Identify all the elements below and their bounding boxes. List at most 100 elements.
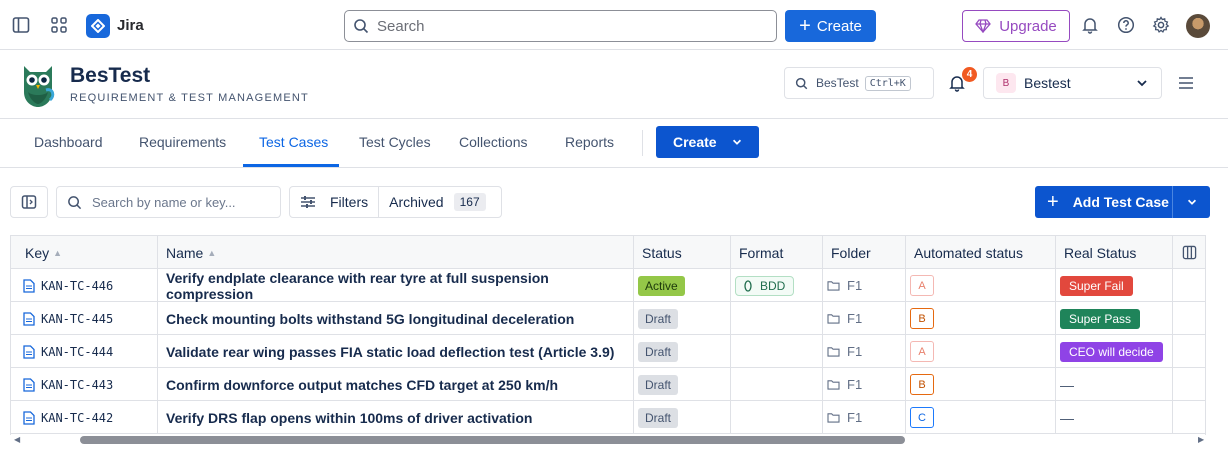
column-settings-icon[interactable] — [1173, 236, 1205, 269]
user-avatar[interactable] — [1186, 14, 1210, 38]
jira-logo-icon[interactable] — [86, 14, 110, 38]
tab-requirements[interactable]: Requirements — [139, 134, 226, 150]
folder-name: F1 — [847, 278, 863, 293]
tab-dashboard[interactable]: Dashboard — [34, 134, 103, 150]
create-button[interactable]: + Create — [785, 10, 876, 42]
format-cell[interactable] — [731, 368, 823, 401]
sidebar-toggle-icon[interactable] — [12, 16, 30, 34]
column-header-folder[interactable]: Folder — [823, 236, 906, 269]
automated-status-badge: A — [910, 341, 934, 362]
search-placeholder: Search by name or key... — [92, 194, 236, 210]
name-cell[interactable]: Validate rear wing passes FIA static loa… — [158, 335, 634, 368]
table-row[interactable]: KAN-TC-444 Validate rear wing passes FIA … — [11, 335, 1205, 368]
automated-status-cell[interactable]: C — [906, 401, 1056, 434]
real-status-cell[interactable]: — — [1056, 368, 1173, 401]
create-dropdown-button[interactable]: Create — [656, 126, 759, 158]
tab-divider — [642, 130, 643, 156]
app-search-label: BesTest — [816, 76, 859, 90]
workspace-avatar: B — [996, 73, 1016, 93]
column-header-status[interactable]: Status — [634, 236, 731, 269]
search-placeholder: Search — [377, 17, 425, 35]
real-status-cell[interactable]: — — [1056, 401, 1173, 434]
search-icon — [354, 19, 369, 34]
name-cell[interactable]: Verify DRS flap opens within 100ms of dr… — [158, 401, 634, 434]
folder-cell[interactable]: F1 — [823, 335, 906, 368]
name-cell[interactable]: Confirm downforce output matches CFD tar… — [158, 368, 634, 401]
workspace-selector[interactable]: B Bestest — [983, 67, 1162, 99]
automated-status-cell[interactable]: B — [906, 368, 1056, 401]
key-cell[interactable]: KAN-TC-446 — [11, 269, 158, 302]
column-header-name[interactable]: Name ▲ — [158, 236, 634, 269]
name-cell[interactable]: Check mounting bolts withstand 5G longit… — [158, 302, 634, 335]
horizontal-scrollbar[interactable] — [80, 436, 905, 444]
automated-status-cell[interactable]: B — [906, 302, 1056, 335]
app-search-button[interactable]: BesTest Ctrl+K — [784, 67, 934, 99]
folder-icon — [827, 314, 840, 324]
table-row[interactable]: KAN-TC-442 Verify DRS flap opens within 1… — [11, 401, 1205, 434]
diamond-icon — [975, 19, 992, 33]
format-cell[interactable] — [731, 302, 823, 335]
app-switcher-icon[interactable] — [50, 16, 68, 34]
column-header-key[interactable]: Key ▲ — [11, 236, 158, 269]
archived-toggle[interactable]: Archived 167 — [379, 187, 496, 217]
test-case-file-icon — [23, 311, 35, 326]
format-cell[interactable] — [731, 401, 823, 434]
tab-test-cases[interactable]: Test Cases — [259, 134, 328, 150]
tab-reports[interactable]: Reports — [565, 134, 614, 150]
real-status-cell[interactable]: Super Fail — [1056, 269, 1173, 302]
scroll-left-arrow[interactable]: ◀ — [14, 435, 20, 444]
real-status-cell[interactable]: Super Pass — [1056, 302, 1173, 335]
status-cell[interactable]: Draft — [634, 401, 731, 434]
scroll-right-arrow[interactable]: ▶ — [1198, 435, 1204, 444]
folder-icon — [827, 413, 840, 423]
real-status-cell[interactable]: CEO will decide — [1056, 335, 1173, 368]
status-cell[interactable]: Active — [634, 269, 731, 302]
name-cell[interactable]: Verify endplate clearance with rear tyre… — [158, 269, 634, 302]
notifications-icon[interactable] — [1081, 16, 1099, 34]
workspace-name: Bestest — [1024, 75, 1071, 91]
product-name[interactable]: Jira — [117, 17, 144, 34]
table-row[interactable]: KAN-TC-446 Verify endplate clearance with… — [11, 269, 1205, 302]
upgrade-button[interactable]: Upgrade — [962, 10, 1070, 42]
chevron-down-icon — [1187, 199, 1196, 205]
status-cell[interactable]: Draft — [634, 335, 731, 368]
filters-button[interactable]: Filters — [290, 187, 378, 217]
status-cell[interactable]: Draft — [634, 302, 731, 335]
folder-cell[interactable]: F1 — [823, 368, 906, 401]
global-search-input[interactable]: Search — [344, 10, 777, 42]
menu-icon[interactable] — [1178, 76, 1194, 93]
table-row[interactable]: KAN-TC-445 Check mounting bolts withstand… — [11, 302, 1205, 335]
column-header-real-status[interactable]: Real Status — [1056, 236, 1173, 269]
key-cell[interactable]: KAN-TC-442 — [11, 401, 158, 434]
key-cell[interactable]: KAN-TC-443 — [11, 368, 158, 401]
automated-status-cell[interactable]: A — [906, 269, 1056, 302]
archived-count-badge: 167 — [453, 193, 486, 211]
column-header-format[interactable]: Format — [731, 236, 823, 269]
folder-cell[interactable]: F1 — [823, 401, 906, 434]
format-cell[interactable] — [731, 335, 823, 368]
key-cell[interactable]: KAN-TC-444 — [11, 335, 158, 368]
tab-test-cycles[interactable]: Test Cycles — [359, 134, 431, 150]
status-badge: Active — [638, 275, 685, 296]
folder-name: F1 — [847, 311, 863, 326]
status-cell[interactable]: Draft — [634, 368, 731, 401]
tab-collections[interactable]: Collections — [459, 134, 527, 150]
folder-cell[interactable]: F1 — [823, 269, 906, 302]
settings-gear-icon[interactable] — [1152, 16, 1170, 34]
folder-cell[interactable]: F1 — [823, 302, 906, 335]
add-test-case-label: Add Test Case — [1072, 194, 1169, 210]
automated-status-cell[interactable]: A — [906, 335, 1056, 368]
app-title: BesTest — [70, 64, 151, 87]
table-row[interactable]: KAN-TC-443 Confirm downforce output match… — [11, 368, 1205, 401]
format-cell[interactable]: BDD — [731, 269, 823, 302]
folder-panel-toggle[interactable] — [10, 186, 48, 218]
add-test-case-button[interactable]: + Add Test Case — [1035, 186, 1172, 218]
add-test-case-dropdown[interactable] — [1172, 186, 1210, 218]
test-cases-table: Key ▲ Name ▲ Status Format Folder Automate… — [10, 235, 1206, 435]
help-icon[interactable] — [1117, 16, 1135, 34]
test-case-search-input[interactable]: Search by name or key... — [56, 186, 281, 218]
real-status-badge: Super Pass — [1060, 308, 1141, 329]
key-cell[interactable]: KAN-TC-445 — [11, 302, 158, 335]
automated-status-badge: A — [910, 275, 934, 296]
column-header-automated-status[interactable]: Automated status — [906, 236, 1056, 269]
